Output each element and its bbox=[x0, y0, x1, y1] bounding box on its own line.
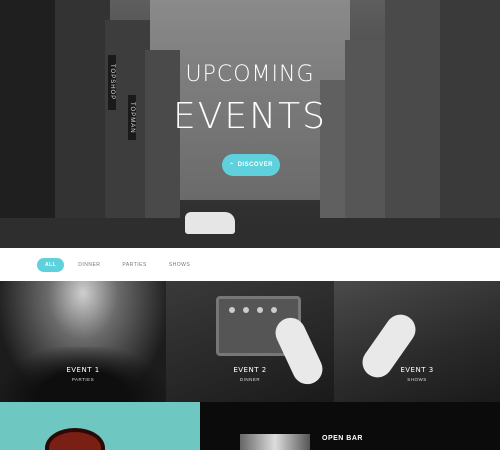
featured-image-panel bbox=[0, 402, 200, 450]
event-grid: EVENT 1 PARTIES EVENT 2 DINNER EVENT 3 S… bbox=[0, 281, 500, 402]
featured-row: OPEN BAR bbox=[0, 402, 500, 450]
event-category: PARTIES bbox=[71, 377, 95, 382]
discover-button[interactable]: ⌃ DISCOVER bbox=[222, 154, 280, 176]
event-card[interactable]: EVENT 3 SHOWS bbox=[334, 281, 500, 402]
event-title: EVENT 2 bbox=[233, 366, 267, 374]
open-bar-title: OPEN BAR bbox=[322, 435, 363, 442]
event-card-caption: EVENT 2 DINNER bbox=[166, 366, 334, 382]
event-card[interactable]: EVENT 1 PARTIES bbox=[0, 281, 166, 402]
event-category: DINNER bbox=[239, 377, 261, 382]
discover-label: DISCOVER bbox=[237, 162, 273, 168]
filter-all[interactable]: ALL bbox=[37, 257, 65, 272]
filter-parties[interactable]: PARTIES bbox=[114, 258, 154, 272]
portrait-image bbox=[45, 428, 105, 450]
event-card[interactable]: EVENT 2 DINNER bbox=[166, 281, 334, 402]
amp-knob bbox=[271, 307, 277, 313]
hero-title-upcoming: UPCOMING bbox=[185, 62, 315, 87]
car bbox=[185, 212, 235, 234]
event-card-caption: EVENT 3 SHOWS bbox=[334, 366, 500, 382]
event-card-caption: EVENT 1 PARTIES bbox=[0, 366, 166, 382]
filter-dinner[interactable]: DINNER bbox=[70, 258, 108, 272]
hero-banner: TOPSHOP TOPMAN UPCOMING EVENTS ⌃ DISCOVE… bbox=[0, 0, 500, 248]
event-category: SHOWS bbox=[407, 377, 427, 382]
event-filter-bar: ALL DINNER PARTIES SHOWS bbox=[0, 248, 500, 281]
amp-knob bbox=[257, 307, 263, 313]
open-bar-panel[interactable]: OPEN BAR bbox=[200, 402, 500, 450]
open-bar-thumbnail bbox=[240, 434, 310, 450]
chevron-up-icon: ⌃ bbox=[229, 162, 235, 169]
event-title: EVENT 3 bbox=[400, 366, 434, 374]
street bbox=[0, 218, 500, 248]
amp-knob bbox=[229, 307, 235, 313]
filter-shows[interactable]: SHOWS bbox=[161, 258, 198, 272]
hero-title-events: EVENTS bbox=[173, 96, 327, 137]
amp-knob bbox=[243, 307, 249, 313]
event-title: EVENT 1 bbox=[66, 366, 100, 374]
